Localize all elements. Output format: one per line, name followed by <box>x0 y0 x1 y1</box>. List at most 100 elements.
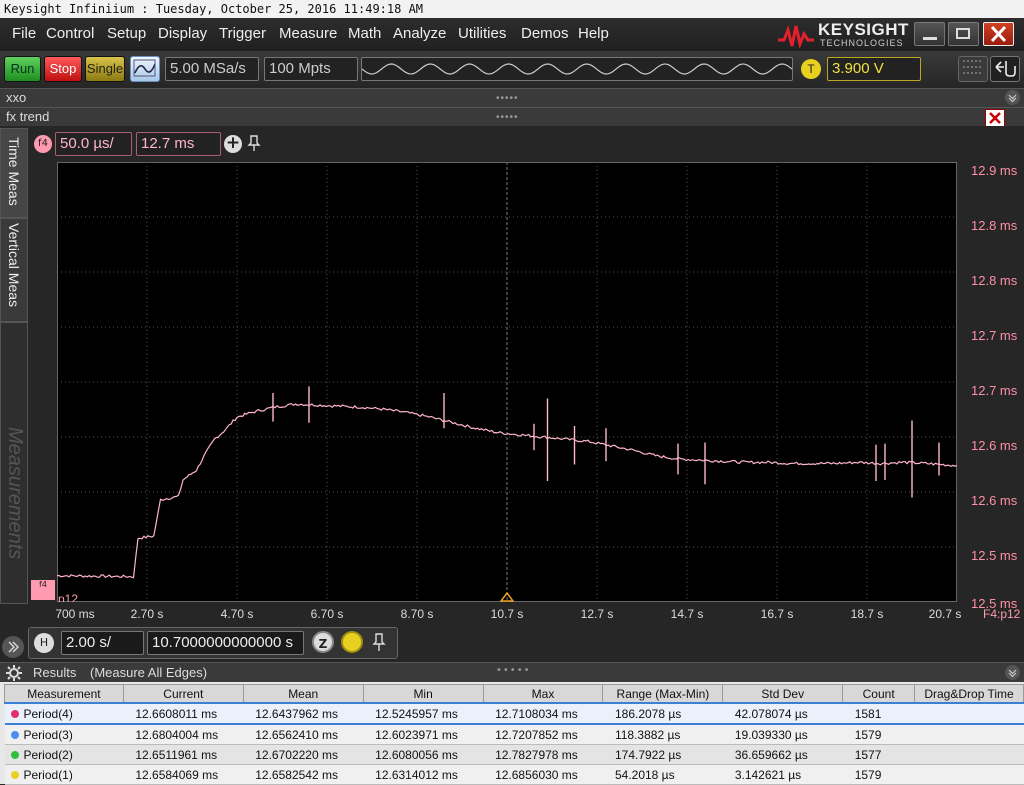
menu-file[interactable]: File <box>12 25 36 42</box>
run-button[interactable]: Run <box>4 56 41 82</box>
trigger-badge[interactable]: T <box>801 59 821 79</box>
close-panel-button[interactable] <box>985 109 1005 127</box>
horizontal-badge[interactable]: H <box>34 633 54 653</box>
menu-control[interactable]: Control <box>46 25 94 42</box>
column-header[interactable]: Current <box>122 684 244 704</box>
drag-grip-icon[interactable]: ••••• <box>496 90 519 108</box>
menu-help[interactable]: Help <box>578 25 609 42</box>
tab-time-meas[interactable]: Time Meas <box>0 128 28 218</box>
channel-dot-icon <box>10 731 19 740</box>
auto-scale-button[interactable] <box>130 56 160 82</box>
x-tick-label: 20.7 s <box>928 607 962 621</box>
menu-math[interactable]: Math <box>348 25 381 42</box>
x-tick-label: 700 ms <box>55 607 95 621</box>
cell-std: 36.659662 µs <box>722 744 843 765</box>
xxo-panel-bar: xxo ••••• <box>0 88 1024 107</box>
maximize-button[interactable] <box>948 22 979 46</box>
scroll-knob-icon[interactable] <box>341 631 363 653</box>
overview-sine-icon <box>361 63 793 75</box>
measurement-name: Period(4) <box>23 706 73 721</box>
menu-trigger[interactable]: Trigger <box>219 25 266 42</box>
sample-rate-field[interactable]: 5.00 MSa/s <box>165 57 259 81</box>
y-tick-label: 12.8 ms <box>971 218 1018 233</box>
touch-toggle-button[interactable] <box>990 56 1020 82</box>
minimize-button[interactable] <box>914 22 945 46</box>
expand-chevron-icon[interactable] <box>2 636 24 658</box>
x-tick-label: 16.7 s <box>760 607 794 621</box>
pin-icon[interactable] <box>371 632 387 652</box>
x-tick-label: 10.7 s <box>490 607 524 621</box>
column-header[interactable]: Count <box>842 684 916 704</box>
memory-depth-field[interactable]: 100 Mpts <box>264 57 358 81</box>
tab-vertical-meas[interactable]: Vertical Meas <box>0 218 28 322</box>
pin-icon[interactable] <box>246 134 262 152</box>
logo-text: KEYSIGHT <box>818 20 909 39</box>
collapse-chevron-icon[interactable] <box>1005 90 1020 105</box>
drag-grip-icon[interactable]: ••••• <box>496 665 531 676</box>
hand-pointer-icon <box>995 61 1016 77</box>
y-tick-label: 12.6 ms <box>971 493 1018 508</box>
zoom-button[interactable]: Z <box>312 631 334 653</box>
collapse-chevron-icon[interactable] <box>1005 665 1020 680</box>
table-row[interactable]: Period(2) 12.6511961 ms 12.6702220 ms 12.60… <box>4 744 1024 765</box>
column-header[interactable]: Std Dev <box>722 684 844 704</box>
column-header[interactable]: Measurement <box>4 684 124 704</box>
stop-button[interactable]: Stop <box>44 56 82 82</box>
drag-grip-icon[interactable]: ••••• <box>496 109 519 127</box>
table-row[interactable]: Period(4) 12.6608011 ms 12.6437962 ms 12.52… <box>4 702 1024 725</box>
table-row[interactable]: Period(3) 12.6804004 ms 12.6562410 ms 12.60… <box>4 724 1024 745</box>
cell-max: 12.7207852 ms <box>483 724 603 745</box>
cell-drag-drop <box>914 724 1024 745</box>
grid-toggle-button[interactable] <box>958 56 988 82</box>
column-header[interactable]: Min <box>362 684 484 704</box>
cell-range: 186.2078 µs <box>602 702 723 725</box>
menu-setup[interactable]: Setup <box>107 25 146 42</box>
cell-count: 1579 <box>842 724 915 745</box>
x-tick-label: 14.7 s <box>670 607 704 621</box>
y-tick-label: 12.7 ms <box>971 328 1018 343</box>
grid-icon <box>963 60 983 74</box>
measurement-name: Period(2) <box>23 747 73 762</box>
menu-demos[interactable]: Demos <box>521 25 569 42</box>
maximize-icon <box>956 28 970 39</box>
marker-label: p12 <box>58 592 79 602</box>
cell-current: 12.6511961 ms <box>123 744 244 765</box>
cell-range: 118.3882 µs <box>602 724 723 745</box>
close-icon <box>990 25 1007 43</box>
single-button[interactable]: Single <box>85 56 125 82</box>
column-header[interactable]: Range (Max-Min) <box>602 684 724 704</box>
x-tick-label: 4.70 s <box>220 607 254 621</box>
close-button[interactable] <box>983 22 1014 46</box>
x-tick-label: 2.70 s <box>130 607 164 621</box>
menu-measure[interactable]: Measure <box>279 25 337 42</box>
table-row[interactable]: Period(1) 12.6584069 ms 12.6582542 ms 12.63… <box>4 764 1024 785</box>
menu-utilities[interactable]: Utilities <box>458 25 506 42</box>
trigger-position-icon <box>500 592 514 602</box>
measurement-name-cell: Period(1) <box>4 764 124 785</box>
ground-marker-icon[interactable]: f4 <box>31 580 55 600</box>
waveform-overview[interactable] <box>361 57 793 81</box>
trigger-level-field[interactable]: 3.900 V <box>827 57 921 81</box>
add-button[interactable]: + <box>224 135 242 153</box>
cell-mean: 12.6702220 ms <box>243 744 364 765</box>
y-tick-label: 12.8 ms <box>971 273 1018 288</box>
cell-min: 12.6314012 ms <box>363 764 484 785</box>
cell-range: 174.7922 µs <box>602 744 723 765</box>
horizontal-position-field[interactable]: 10.7000000000000 s <box>147 631 304 655</box>
column-header[interactable]: Drag&Drop Time <box>914 684 1024 704</box>
cell-max: 12.7108034 ms <box>483 702 603 725</box>
tab-measurements[interactable]: Measurements <box>0 322 28 604</box>
function-scale-field[interactable]: 50.0 µs/ <box>55 132 132 156</box>
cell-min: 12.6023971 ms <box>363 724 484 745</box>
gear-icon[interactable] <box>6 665 22 681</box>
function-badge[interactable]: f4 <box>34 135 52 153</box>
x-tick-label: 18.7 s <box>850 607 884 621</box>
column-header[interactable]: Mean <box>242 684 364 704</box>
function-offset-field[interactable]: 12.7 ms <box>136 132 221 156</box>
menu-analyze[interactable]: Analyze <box>393 25 446 42</box>
horizontal-scale-field[interactable]: 2.00 s/ <box>61 631 144 655</box>
window-title: Keysight Infiniium : Tuesday, October 25… <box>0 0 1024 18</box>
trend-graph[interactable] <box>56 162 958 602</box>
menu-display[interactable]: Display <box>158 25 207 42</box>
column-header[interactable]: Max <box>482 684 604 704</box>
